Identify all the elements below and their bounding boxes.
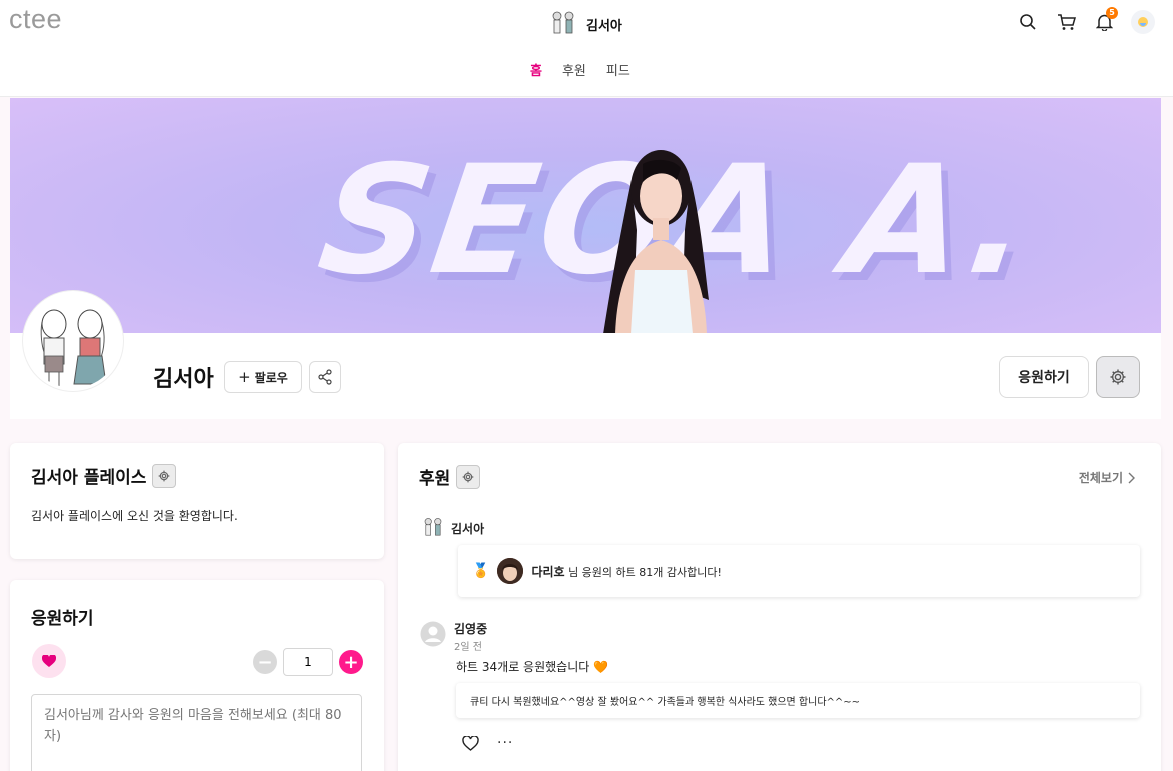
view-all-label: 전체보기 [1078, 471, 1123, 485]
profile-avatar[interactable] [23, 291, 123, 391]
post-comment: 큐티 다시 복원했네요^^영상 잘 봤어요^^ 가족들과 행복한 식사라도 했으… [456, 683, 1140, 718]
creator-mini-avatar [552, 11, 574, 34]
follow-label: 팔로우 [254, 370, 288, 385]
share-button[interactable] [309, 361, 341, 393]
share-icon [318, 369, 332, 385]
post-message: 하트 34개로 응원했습니다 🧡 [456, 660, 609, 674]
feed-settings-button[interactable] [456, 464, 481, 489]
header-icons: 5 [1017, 7, 1155, 34]
post-actions: ··· [462, 735, 513, 751]
thanks-body: 님 응원의 하트 81개 감사합니다! [568, 565, 722, 579]
bell-icon[interactable]: 5 [1093, 7, 1118, 33]
header-creator-name: 김서아 [586, 18, 622, 34]
support-title: 응원하기 [31, 609, 94, 629]
main-nav: 홈 후원 피드 [530, 60, 630, 79]
notification-badge: 5 [1106, 7, 1118, 19]
thanks-message: 🏅 다리호 님 응원의 하트 81개 감사합니다! [458, 545, 1140, 597]
place-description: 김서아 플레이스에 오신 것을 환영합니다. [31, 509, 238, 523]
supporter-avatar[interactable] [497, 558, 524, 584]
heart-bubble [32, 644, 66, 678]
support-message-field[interactable] [31, 694, 362, 771]
plus-button[interactable]: + [339, 650, 363, 674]
support-feed-card: 후원 전체보기 김서아 🏅 다리호 님 응원의 하트 81개 감사합니다! 김영… [398, 443, 1161, 771]
thanks-text: 다리호 님 응원의 하트 81개 감사합니다! [531, 563, 721, 580]
place-title-row: 김서아 플레이스 [31, 463, 177, 488]
chevron-right-icon [1128, 472, 1135, 483]
banner-portrait-image [603, 150, 709, 333]
profile-illustration-image [26, 294, 120, 388]
tab-feed[interactable]: 피드 [606, 60, 630, 79]
place-settings-button[interactable] [152, 463, 177, 488]
support-button[interactable]: 응원하기 [999, 356, 1089, 398]
settings-button[interactable] [1096, 356, 1140, 398]
top-header: ctee 김서아 홈 후원 피드 5 [0, 0, 1173, 97]
follow-button[interactable]: + 팔로우 [224, 361, 302, 393]
quantity-stepper: − + [253, 648, 363, 676]
view-all-link[interactable]: 전체보기 [1079, 469, 1135, 486]
feed-creator-name: 김서아 [451, 521, 485, 536]
default-user-avatar-icon[interactable] [420, 621, 446, 647]
place-card: 김서아 플레이스 김서아 플레이스에 오신 것을 환영합니다. [10, 443, 384, 559]
heart-icon [42, 654, 56, 667]
user-avatar[interactable] [1131, 10, 1155, 34]
profile-banner: SEOA A. [10, 98, 1161, 333]
feed-creator: 김서아 [421, 516, 484, 540]
place-title: 김서아 플레이스 [31, 468, 147, 488]
plus-icon: + [238, 368, 251, 386]
gear-icon [1110, 369, 1126, 385]
supporter-name[interactable]: 다리호 [531, 565, 564, 579]
like-heart-icon[interactable] [462, 735, 479, 751]
more-options-icon[interactable]: ··· [497, 735, 513, 751]
feed-title-row: 후원 [419, 464, 481, 489]
post-author-name[interactable]: 김영중 [454, 620, 487, 637]
cart-icon[interactable] [1055, 11, 1077, 33]
medal-icon: 🏅 [472, 563, 490, 579]
search-icon[interactable] [1017, 11, 1039, 33]
feed-title: 후원 [419, 469, 451, 489]
gear-icon [462, 471, 474, 482]
post-time: 2일 전 [454, 642, 482, 653]
tab-support[interactable]: 후원 [562, 60, 586, 79]
support-card: 응원하기 − + [10, 580, 384, 771]
quantity-input[interactable] [283, 648, 333, 676]
header-creator[interactable]: 김서아 [548, 9, 622, 39]
profile-name: 김서아 [153, 367, 214, 392]
tab-home[interactable]: 홈 [530, 60, 542, 79]
gear-icon [159, 470, 170, 481]
minus-button[interactable]: − [253, 650, 277, 674]
ctee-logo[interactable]: ctee [9, 4, 62, 35]
creator-mini-avatar [424, 518, 442, 536]
